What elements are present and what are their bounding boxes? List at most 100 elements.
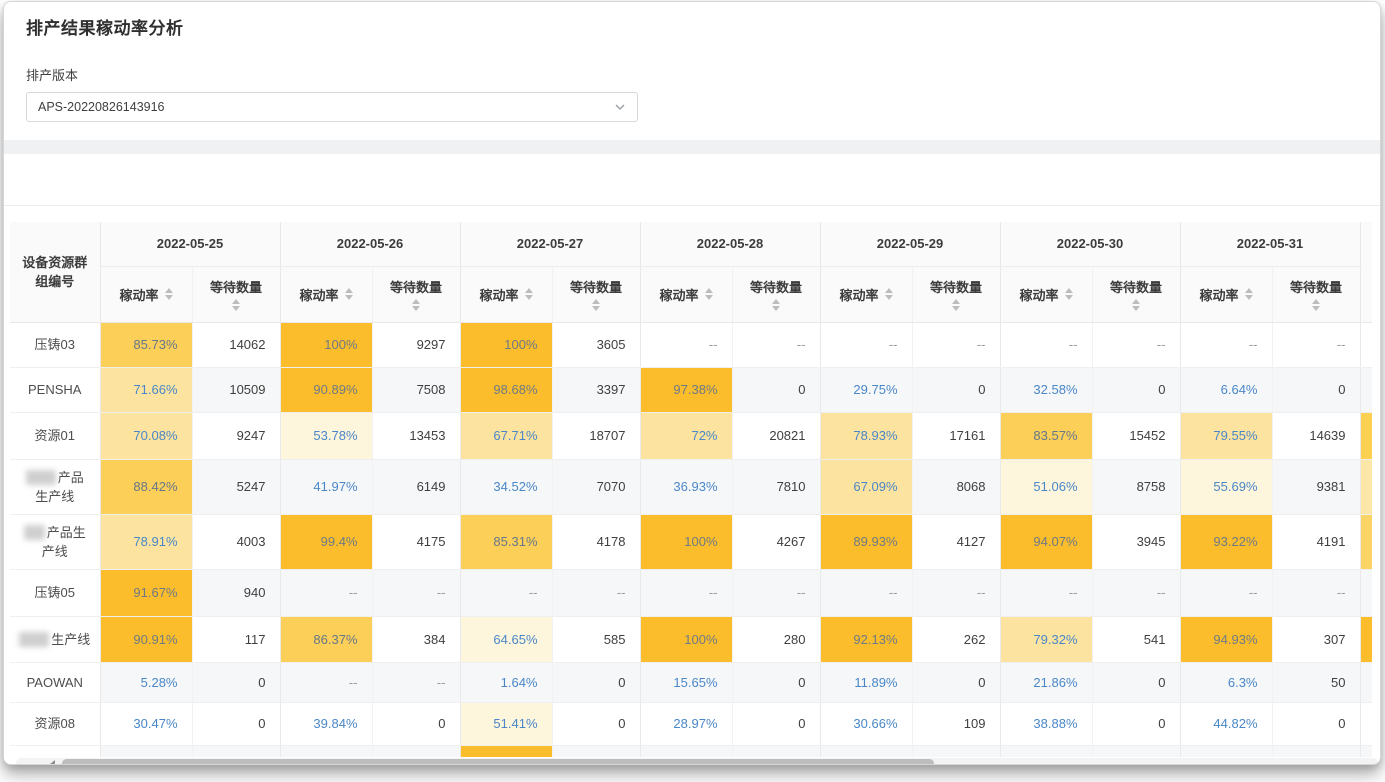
sort-caret-icon[interactable] <box>705 288 713 300</box>
waiting-sort-header-2022-05-31[interactable]: 等待数量 <box>1272 266 1360 322</box>
sort-caret-icon[interactable] <box>772 299 780 311</box>
utilization-value[interactable]: 78.93% <box>820 412 912 459</box>
utilization-sort-header-2022-05-26[interactable]: 稼动率 <box>280 266 372 322</box>
sort-caret-icon[interactable] <box>1132 299 1140 311</box>
waiting-quantity-value: 9381 <box>1272 459 1360 514</box>
utilization-value[interactable]: 93.22% <box>1180 514 1272 569</box>
waiting-sort-header-2022-05-30[interactable]: 等待数量 <box>1092 266 1180 322</box>
utilization-value[interactable]: 51.41% <box>460 702 552 745</box>
utilization-value[interactable]: 67.71% <box>460 412 552 459</box>
utilization-value[interactable]: 55.69% <box>1180 459 1272 514</box>
waiting-quantity-value: 0 <box>912 662 1000 702</box>
utilization-value[interactable]: 51.06% <box>1000 459 1092 514</box>
utilization-value[interactable]: 90.89% <box>280 367 372 412</box>
utilization-value[interactable]: 83.57% <box>1000 412 1092 459</box>
utilization-value[interactable]: 70.08% <box>100 412 192 459</box>
utilization-sort-header-2022-05-31[interactable]: 稼动率 <box>1180 266 1272 322</box>
utilization-sort-header-2022-05-30[interactable]: 稼动率 <box>1000 266 1092 322</box>
utilization-value[interactable]: 94.93% <box>1180 616 1272 662</box>
waiting-quantity-value: 14062 <box>192 322 280 367</box>
utilization-value[interactable]: 91.67% <box>100 569 192 616</box>
utilization-value[interactable]: 79.55% <box>1180 412 1272 459</box>
utilization-value: -- <box>460 569 552 616</box>
utilization-value[interactable]: 100% <box>640 616 732 662</box>
sort-caret-icon[interactable] <box>592 299 600 311</box>
utilization-value <box>460 745 552 757</box>
utilization-value[interactable]: 67.09% <box>820 459 912 514</box>
utilization-sort-header-2022-05-27[interactable]: 稼动率 <box>460 266 552 322</box>
utilization-value[interactable]: 39.84% <box>280 702 372 745</box>
utilization-value[interactable]: 36.93% <box>640 459 732 514</box>
utilization-value[interactable]: 21.86% <box>1000 662 1092 702</box>
utilization-value[interactable]: 94.07% <box>1000 514 1092 569</box>
sort-caret-icon[interactable] <box>1312 299 1320 311</box>
utilization-value[interactable]: 38.88% <box>1000 702 1092 745</box>
utilization-value[interactable]: 11.89% <box>820 662 912 702</box>
scroll-left-arrow-icon[interactable] <box>50 760 55 765</box>
utilization-value[interactable]: 79.32% <box>1000 616 1092 662</box>
date-header-2022-05-30: 2022-05-30 <box>1000 222 1180 266</box>
utilization-value[interactable]: 86.37% <box>280 616 372 662</box>
utilization-value[interactable]: 5.28% <box>100 662 192 702</box>
sort-caret-icon[interactable] <box>1065 288 1073 300</box>
utilization-value[interactable]: 90.91% <box>100 616 192 662</box>
utilization-value[interactable]: 44.82% <box>1180 702 1272 745</box>
waiting-sort-header-2022-05-26[interactable]: 等待数量 <box>372 266 460 322</box>
utilization-value[interactable]: 97.38% <box>640 367 732 412</box>
sort-caret-icon[interactable] <box>165 288 173 300</box>
utilization-value[interactable]: 100% <box>280 322 372 367</box>
waiting-quantity-value: 7508 <box>372 367 460 412</box>
utilization-value[interactable]: 30.66% <box>820 702 912 745</box>
utilization-table-section: 设备资源群组编号2022-05-252022-05-262022-05-2720… <box>4 206 1380 765</box>
utilization-value[interactable]: 89.93% <box>820 514 912 569</box>
utilization-value[interactable]: 98.68% <box>460 367 552 412</box>
utilization-value: -- <box>1000 569 1092 616</box>
utilization-value[interactable]: 53.78% <box>280 412 372 459</box>
waiting-sort-header-2022-05-29[interactable]: 等待数量 <box>912 266 1000 322</box>
sort-caret-icon[interactable] <box>885 288 893 300</box>
utilization-sort-header-2022-05-28[interactable]: 稼动率 <box>640 266 732 322</box>
waiting-quantity-value: -- <box>912 569 1000 616</box>
horizontal-scrollbar[interactable] <box>16 758 1378 765</box>
utilization-value[interactable]: 30.47% <box>100 702 192 745</box>
utilization-value[interactable]: 71.66% <box>100 367 192 412</box>
waiting-sort-header-2022-05-25[interactable]: 等待数量 <box>192 266 280 322</box>
utilization-value[interactable]: 6.64% <box>1180 367 1272 412</box>
utilization-value[interactable]: 29.75% <box>820 367 912 412</box>
utilization-header-label: 稼动率 <box>839 285 878 304</box>
waiting-quantity-value: 4191 <box>1272 514 1360 569</box>
waiting-sort-header-2022-05-28[interactable]: 等待数量 <box>732 266 820 322</box>
utilization-value[interactable]: 100% <box>460 322 552 367</box>
sort-caret-icon[interactable] <box>345 288 353 300</box>
utilization-value[interactable]: 41.97% <box>280 459 372 514</box>
utilization-value[interactable]: 85.31% <box>460 514 552 569</box>
utilization-value[interactable]: 15.65% <box>640 662 732 702</box>
utilization-sort-header-2022-05-25[interactable]: 稼动率 <box>100 266 192 322</box>
horizontal-scrollbar-thumb[interactable] <box>62 759 934 765</box>
utilization-sort-header-2022-05-29[interactable]: 稼动率 <box>820 266 912 322</box>
waiting-sort-header-2022-05-27[interactable]: 等待数量 <box>552 266 640 322</box>
utilization-value[interactable]: 1.64% <box>460 662 552 702</box>
waiting-quantity-value: 0 <box>732 367 820 412</box>
utilization-value[interactable]: 100% <box>640 514 732 569</box>
next-column-sliver <box>1360 459 1372 514</box>
sort-caret-icon[interactable] <box>525 288 533 300</box>
utilization-value[interactable]: 88.42% <box>100 459 192 514</box>
sort-caret-icon[interactable] <box>232 299 240 311</box>
utilization-value[interactable]: 78.91% <box>100 514 192 569</box>
version-select[interactable]: APS-20220826143916 <box>26 92 638 122</box>
utilization-value[interactable]: 34.52% <box>460 459 552 514</box>
sort-caret-icon[interactable] <box>1245 288 1253 300</box>
utilization-value[interactable]: 99.4% <box>280 514 372 569</box>
utilization-value[interactable]: 72% <box>640 412 732 459</box>
utilization-value[interactable]: 92.13% <box>820 616 912 662</box>
sort-caret-icon[interactable] <box>952 299 960 311</box>
sort-caret-icon[interactable] <box>412 299 420 311</box>
waiting-quantity-value: 9297 <box>372 322 460 367</box>
utilization-value[interactable]: 6.3% <box>1180 662 1272 702</box>
utilization-value[interactable]: 32.58% <box>1000 367 1092 412</box>
waiting-quantity-value: 0 <box>372 702 460 745</box>
utilization-value[interactable]: 28.97% <box>640 702 732 745</box>
utilization-value[interactable]: 85.73% <box>100 322 192 367</box>
utilization-value[interactable]: 64.65% <box>460 616 552 662</box>
